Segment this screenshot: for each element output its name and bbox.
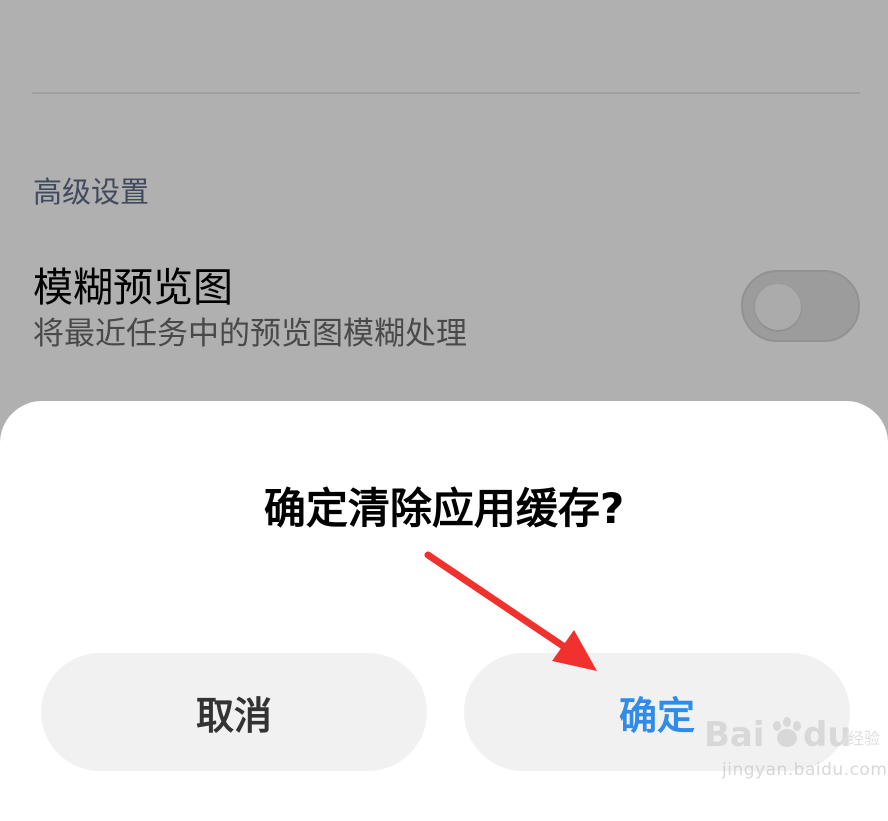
baidu-jingyan-watermark: Bai du 经验 jingyan.baidu.com	[702, 700, 887, 800]
watermark-url: jingyan.baidu.com	[722, 760, 888, 780]
svg-text:经验: 经验	[848, 729, 880, 748]
svg-text:Bai: Bai	[704, 715, 765, 755]
dialog-title: 确定清除应用缓存?	[263, 484, 625, 533]
cancel-button[interactable]: 取消	[41, 653, 427, 771]
baidu-logo-icon: Bai du 经验	[704, 715, 880, 755]
svg-text:du: du	[803, 715, 852, 755]
